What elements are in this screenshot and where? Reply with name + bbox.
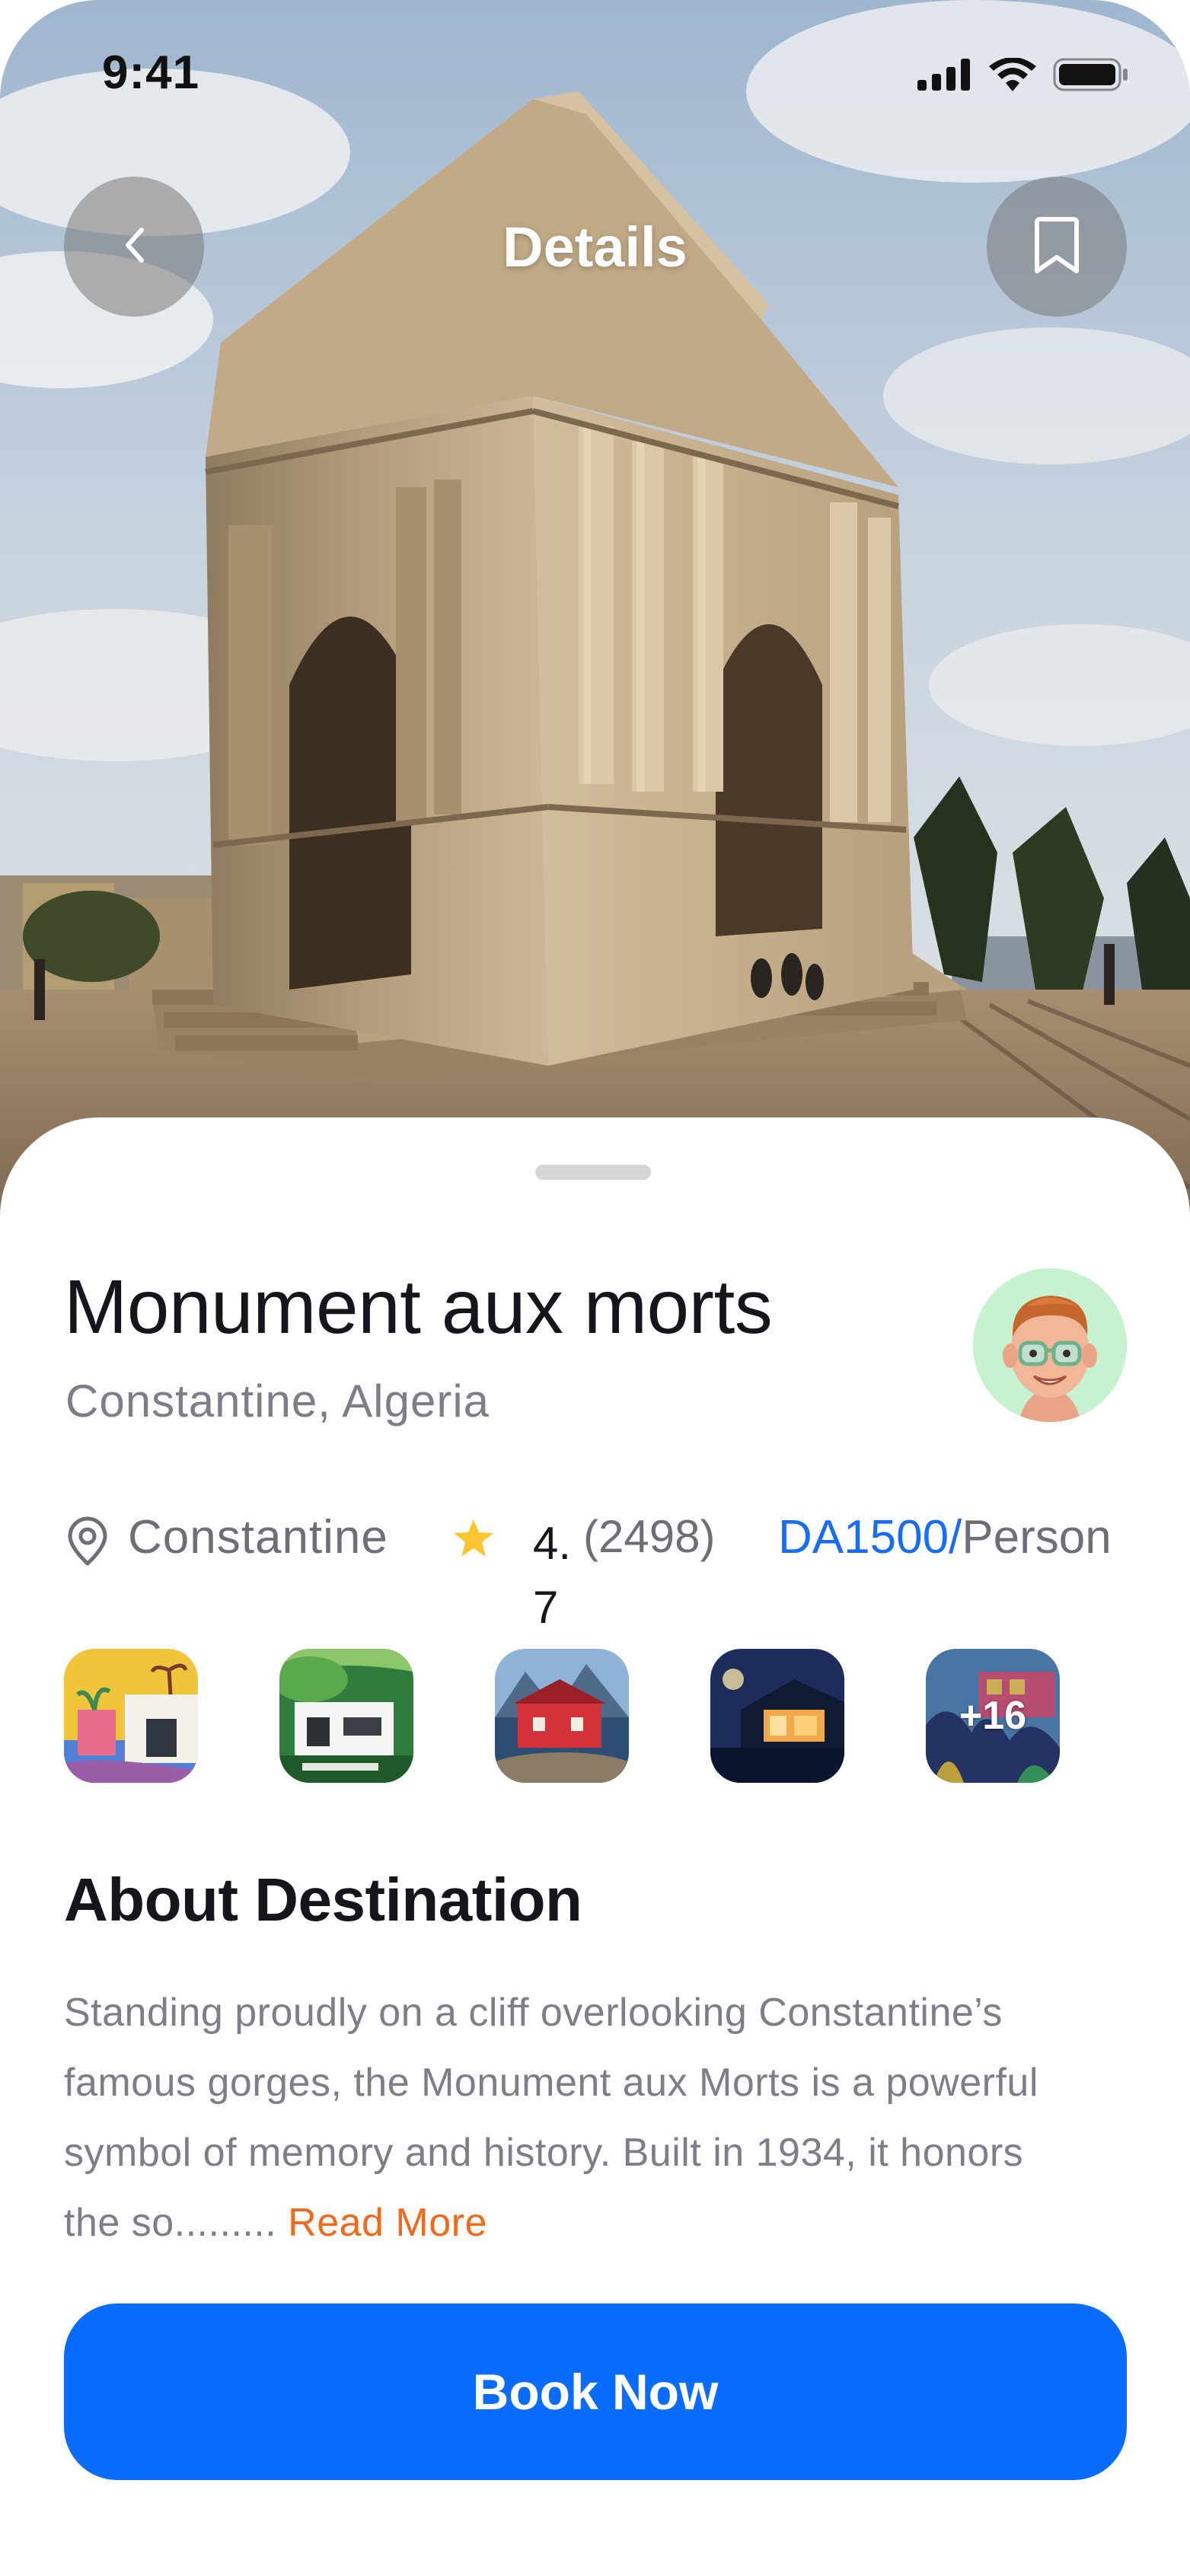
about-paragraph: Standing proudly on a cliff overlooking … (64, 1991, 1038, 2245)
hero-image (0, 0, 1190, 1248)
book-now-button[interactable]: Book Now (64, 2303, 1127, 2480)
review-count: (2498) (583, 1511, 716, 1562)
status-time: 9:41 (102, 46, 200, 99)
destination-title: Monument aux morts (64, 1264, 773, 1350)
bookmark-button[interactable] (987, 177, 1127, 317)
wifi-icon (989, 57, 1036, 95)
about-heading: About Destination (64, 1866, 582, 1934)
sheet-grabber[interactable] (535, 1165, 651, 1180)
price: DA1500/Person (778, 1510, 1112, 1564)
gallery-thumb[interactable] (710, 1649, 844, 1783)
price-unit: Person (962, 1511, 1112, 1564)
location-pin-icon (64, 1516, 111, 1570)
bookmark-icon (1032, 215, 1081, 279)
cellular-signal-icon (917, 59, 972, 94)
gallery-thumb-more[interactable]: +16 (926, 1649, 1060, 1783)
battery-icon (1053, 58, 1129, 95)
about-text: Standing proudly on a cliff overlooking … (64, 1978, 1084, 2258)
rating-value: 4.7 (533, 1518, 572, 1633)
gallery-thumb[interactable] (64, 1649, 198, 1783)
meta-row: Constantine 4.7 (2498) DA1500/Person (0, 1510, 1190, 1647)
gallery-more-count: +16 (959, 1694, 1027, 1738)
price-amount: DA1500/ (778, 1511, 962, 1564)
star-icon (452, 1518, 495, 1563)
gallery-thumb[interactable] (279, 1649, 413, 1783)
avatar[interactable] (973, 1268, 1127, 1422)
location-label: Constantine (128, 1511, 388, 1564)
destination-region: Constantine, Algeria (65, 1376, 490, 1427)
gallery-thumb[interactable] (495, 1649, 629, 1783)
read-more-link[interactable]: Read More (288, 2201, 487, 2245)
details-screen: 9:41 Details Monument aux morts Constant… (0, 0, 1190, 2576)
photo-gallery: +16 (64, 1649, 1130, 1784)
status-icons (917, 57, 1129, 95)
